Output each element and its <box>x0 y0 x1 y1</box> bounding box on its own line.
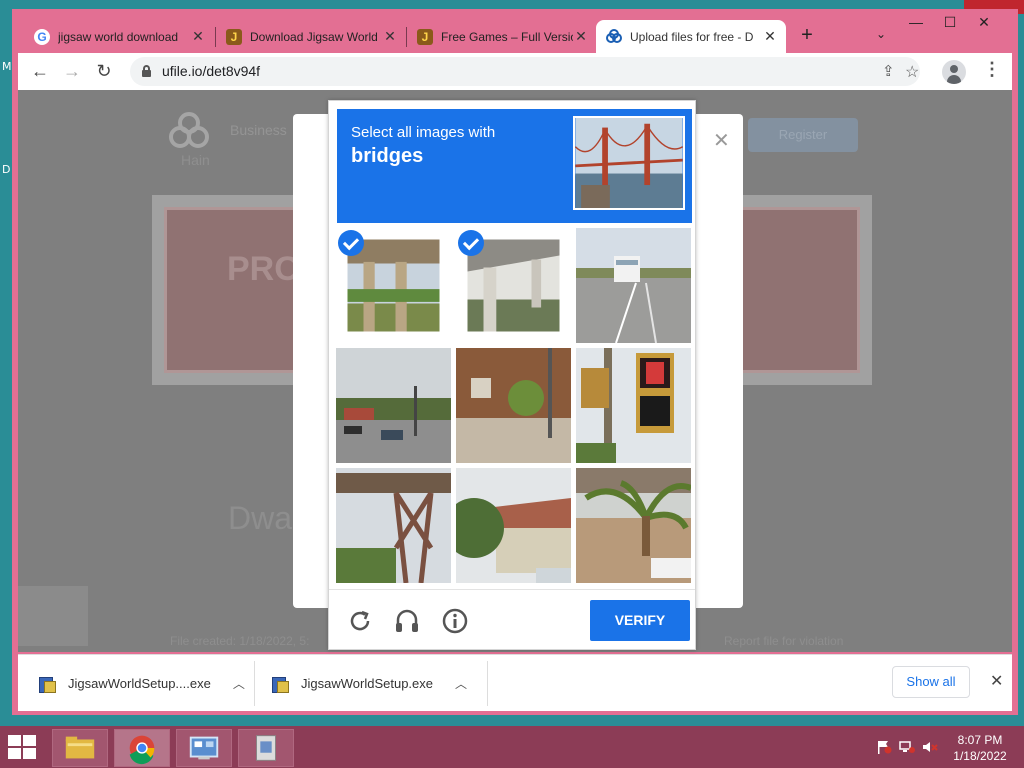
address-bar[interactable]: ufile.io/det8v94f ⇪ ☆ <box>130 57 920 86</box>
url-text[interactable]: ufile.io/det8v94f <box>162 63 260 79</box>
captcha-tile-house-tree[interactable] <box>456 468 571 583</box>
file-created-text: File created: 1/18/2022, 5: <box>170 634 310 648</box>
captcha-tile-highway-rv[interactable] <box>576 228 691 343</box>
desktop-icon-label: D <box>2 163 11 176</box>
info-icon[interactable] <box>441 607 469 635</box>
bookmark-star-icon[interactable]: ☆ <box>905 62 919 82</box>
share-icon[interactable]: ⇪ <box>882 62 895 80</box>
nav-link: Business <box>230 122 287 138</box>
tab-title: Download Jigsaw World <box>250 29 378 44</box>
forward-arrow-icon[interactable]: → <box>60 59 84 83</box>
control-panel-icon[interactable] <box>176 729 232 767</box>
jigsaw-site-icon: J <box>226 28 242 45</box>
captcha-tile-house-garden[interactable] <box>456 348 571 463</box>
register-button: Register <box>748 118 858 152</box>
installer-file-icon <box>271 675 289 693</box>
captcha-tile-overpass-1[interactable] <box>336 228 451 343</box>
verify-button[interactable]: VERIFY <box>590 600 690 641</box>
desktop-icon-label: M <box>2 60 12 73</box>
installer-file-icon <box>38 675 56 693</box>
file-explorer-icon[interactable] <box>52 729 108 767</box>
download-item[interactable]: JigsawWorldSetup.exe ︿ <box>271 655 467 712</box>
download-separator <box>487 661 488 706</box>
reload-icon[interactable]: ↻ <box>92 59 116 83</box>
profile-avatar-icon[interactable] <box>942 60 966 84</box>
captcha-tile-overpass-2[interactable] <box>456 228 571 343</box>
tab-download-jigsaw[interactable]: J Download Jigsaw World ✕ <box>216 20 406 53</box>
new-tab-button[interactable]: + <box>797 24 817 47</box>
ufile-logo-icon <box>606 28 622 45</box>
captcha-instruction: Select all images with <box>351 124 496 141</box>
tab-ufile[interactable]: Upload files for free - D ✕ <box>596 20 786 53</box>
headphones-icon[interactable] <box>393 607 421 635</box>
chrome-icon[interactable] <box>114 729 170 767</box>
tab-title: Upload files for free - D <box>630 29 754 44</box>
captcha-tile-ped-signal[interactable] <box>576 348 691 463</box>
chevron-up-icon[interactable]: ︿ <box>233 675 245 692</box>
download-bar: JigsawWorldSetup....exe ︿ JigsawWorldSet… <box>18 654 1012 711</box>
download-separator <box>254 661 255 706</box>
site-logo-text: Hain <box>181 152 210 168</box>
lock-icon <box>142 65 151 77</box>
tab-title: Free Games – Full Version <box>441 29 573 44</box>
captcha-tile-intersection[interactable] <box>336 348 451 463</box>
captcha-footer: VERIFY <box>329 589 695 649</box>
selected-check-icon <box>338 230 364 256</box>
close-download-bar-icon[interactable]: ✕ <box>990 671 1003 691</box>
system-clock[interactable]: 8:07 PM 1/18/2022 <box>950 732 1010 764</box>
recaptcha-badge <box>18 586 88 646</box>
captcha-sample-image <box>573 116 685 210</box>
download-item[interactable]: JigsawWorldSetup....exe ︿ <box>38 655 245 712</box>
clock-time: 8:07 PM <box>957 733 1003 747</box>
browser-toolbar: ← → ↻ ufile.io/det8v94f ⇪ ☆ ⋮ <box>18 53 1012 90</box>
tab-jigsaw-search[interactable]: G jigsaw world download ✕ <box>24 20 214 53</box>
tab-free-games[interactable]: J Free Games – Full Version ✕ <box>407 20 597 53</box>
action-center-flag-icon[interactable] <box>876 740 892 754</box>
tab-search-button[interactable]: ⌄ <box>876 27 886 41</box>
tab-close-icon[interactable]: ✕ <box>190 28 206 45</box>
clock-date: 1/18/2022 <box>953 749 1007 763</box>
captcha-header: Select all images with bridges <box>337 109 692 223</box>
windows-taskbar: 8:07 PM 1/18/2022 <box>0 726 1024 768</box>
maximize-button[interactable]: ☐ <box>934 11 966 33</box>
download-filename: JigsawWorldSetup....exe <box>68 676 211 691</box>
tab-close-icon[interactable]: ✕ <box>573 28 589 45</box>
installer-icon[interactable] <box>238 729 294 767</box>
captcha-challenge: Select all images with bridges VERIFY <box>328 100 696 650</box>
captcha-tile-palm-yard[interactable] <box>576 468 691 583</box>
reload-icon[interactable] <box>346 607 374 635</box>
selected-check-icon <box>458 230 484 256</box>
back-arrow-icon[interactable]: ← <box>28 59 52 83</box>
captcha-image-grid <box>336 228 691 583</box>
tab-close-icon[interactable]: ✕ <box>762 28 778 45</box>
window-close-button[interactable]: ✕ <box>968 11 1000 33</box>
jigsaw-site-icon: J <box>417 28 433 45</box>
chevron-up-icon[interactable]: ︿ <box>455 675 467 692</box>
captcha-tile-railway-bridge[interactable] <box>336 468 451 583</box>
tab-close-icon[interactable]: ✕ <box>382 28 398 45</box>
tab-bar: G jigsaw world download ✕ J Download Jig… <box>12 9 1018 53</box>
kebab-menu-icon[interactable]: ⋮ <box>983 59 1001 80</box>
network-icon[interactable] <box>899 740 915 754</box>
speaker-muted-icon[interactable] <box>922 740 938 754</box>
show-all-downloads-button[interactable]: Show all <box>892 666 970 698</box>
download-filename: JigsawWorldSetup.exe <box>301 676 433 691</box>
minimize-button[interactable]: — <box>900 11 932 33</box>
google-g-icon: G <box>34 28 50 45</box>
tab-title: jigsaw world download <box>58 29 179 44</box>
report-link: Report file for violation <box>724 634 844 648</box>
captcha-target: bridges <box>351 145 424 167</box>
modal-close-icon[interactable]: ✕ <box>713 128 730 153</box>
windows-start-icon[interactable] <box>8 735 38 759</box>
